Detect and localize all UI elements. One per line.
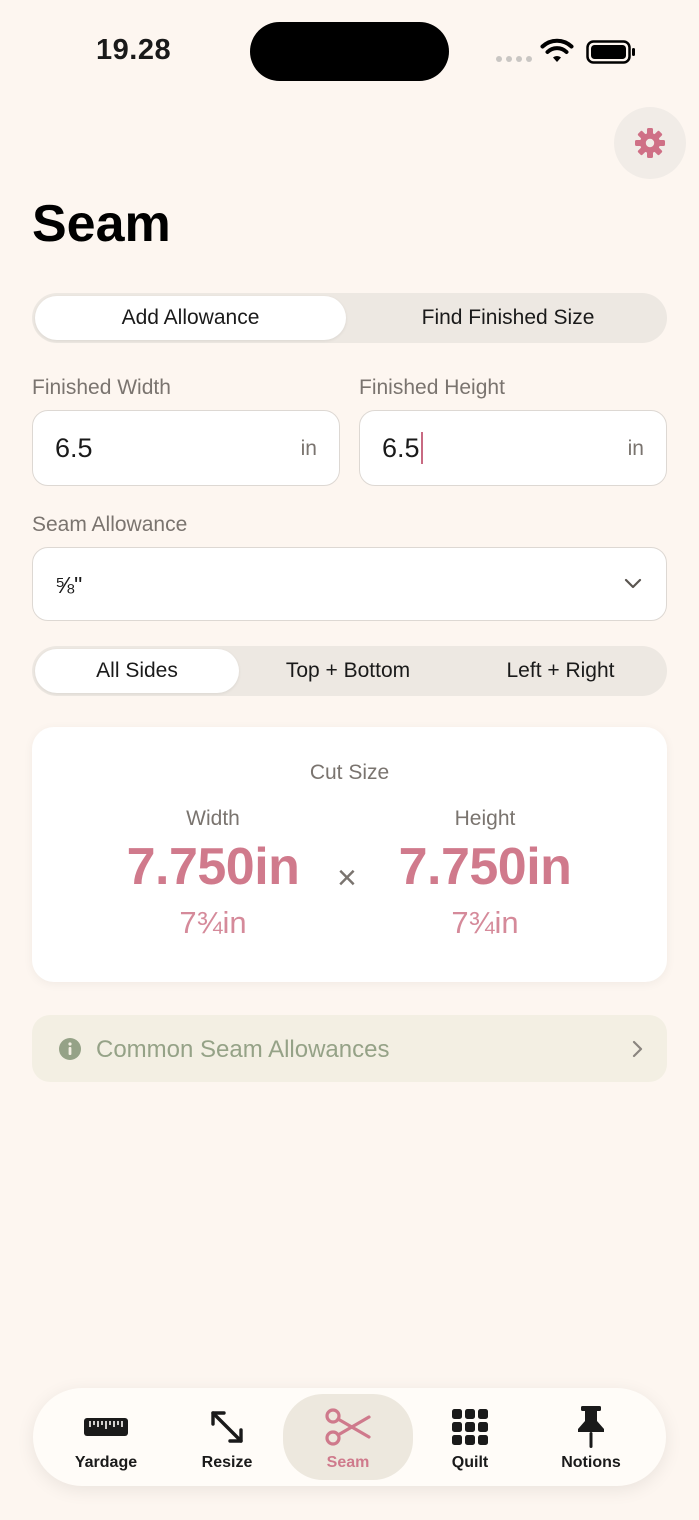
gear-icon (635, 128, 665, 158)
cut-width-label: Width (186, 807, 240, 830)
cut-height-value: 7.750in (398, 838, 572, 896)
seam-allowance-select[interactable]: ⅝" (32, 547, 667, 621)
tab-top-bottom[interactable]: Top + Bottom (245, 649, 451, 693)
cut-width-column: Width 7.750in 7¾in (103, 807, 323, 941)
common-seam-allowances-row[interactable]: Common Seam Allowances (32, 1015, 667, 1082)
cut-width-value: 7.750in (126, 838, 300, 896)
tab-yardage[interactable]: Yardage (41, 1394, 171, 1480)
cut-height-column: Height 7.750in 7¾in (375, 807, 595, 941)
cut-height-label: Height (454, 807, 516, 830)
cut-size-card: Cut Size Width 7.750in 7¾in × Height 7.7… (32, 727, 667, 982)
tab-quilt-label: Quilt (451, 1454, 489, 1471)
battery-icon (586, 40, 635, 64)
text-caret (420, 431, 423, 464)
tab-resize[interactable]: Resize (162, 1394, 292, 1480)
tab-resize-label: Resize (201, 1454, 253, 1471)
settings-button[interactable] (614, 107, 686, 179)
tab-seam-label: Seam (326, 1454, 370, 1471)
tab-notions-label: Notions (561, 1454, 621, 1471)
chevron-right-icon (632, 1040, 643, 1058)
grid-icon (452, 1409, 488, 1445)
tab-seam[interactable]: Seam (283, 1394, 413, 1480)
info-icon (59, 1038, 81, 1060)
finished-height-unit: in (627, 437, 644, 460)
cut-width-fraction: 7¾in (179, 905, 247, 940)
wifi-icon (540, 38, 574, 62)
finished-height-input[interactable]: 6.5 in (359, 410, 667, 486)
cut-size-title: Cut Size (309, 761, 390, 784)
tab-yardage-label: Yardage (74, 1454, 138, 1471)
sides-segmented-control: All Sides Top + Bottom Left + Right (32, 646, 667, 696)
finished-width-unit: in (300, 437, 317, 460)
tab-find-finished-size[interactable]: Find Finished Size (352, 296, 664, 340)
bottom-tab-bar: Yardage Resize Seam Quilt Notions (33, 1388, 666, 1486)
tab-add-allowance[interactable]: Add Allowance (35, 296, 346, 340)
finished-height-label: Finished Height (359, 376, 505, 399)
finished-height-value-wrap: 6.5 (382, 431, 423, 466)
finished-width-label: Finished Width (32, 376, 171, 399)
mode-segmented-control: Add Allowance Find Finished Size (32, 293, 667, 343)
finished-height-value: 6.5 (382, 433, 420, 463)
cellular-signal-icon (496, 56, 532, 62)
tab-left-right[interactable]: Left + Right (457, 649, 664, 693)
tab-notions[interactable]: Notions (526, 1394, 656, 1480)
multiply-sign: × (337, 859, 357, 897)
seam-allowance-label: Seam Allowance (32, 513, 188, 536)
ruler-icon (84, 1418, 128, 1436)
status-time: 19.28 (96, 34, 172, 66)
page-title: Seam (32, 195, 171, 253)
scissors-icon (325, 1408, 371, 1446)
chevron-down-icon (624, 578, 642, 589)
tab-quilt[interactable]: Quilt (405, 1394, 535, 1480)
finished-width-value: 6.5 (55, 433, 93, 463)
seam-allowance-value: ⅝" (55, 572, 83, 598)
common-seam-allowances-label: Common Seam Allowances (96, 1036, 390, 1063)
tab-all-sides[interactable]: All Sides (35, 649, 239, 693)
resize-arrows-icon (211, 1411, 243, 1443)
cut-height-fraction: 7¾in (451, 905, 519, 940)
pin-icon (578, 1406, 604, 1448)
dynamic-island (250, 22, 449, 81)
finished-width-input[interactable]: 6.5 in (32, 410, 340, 486)
